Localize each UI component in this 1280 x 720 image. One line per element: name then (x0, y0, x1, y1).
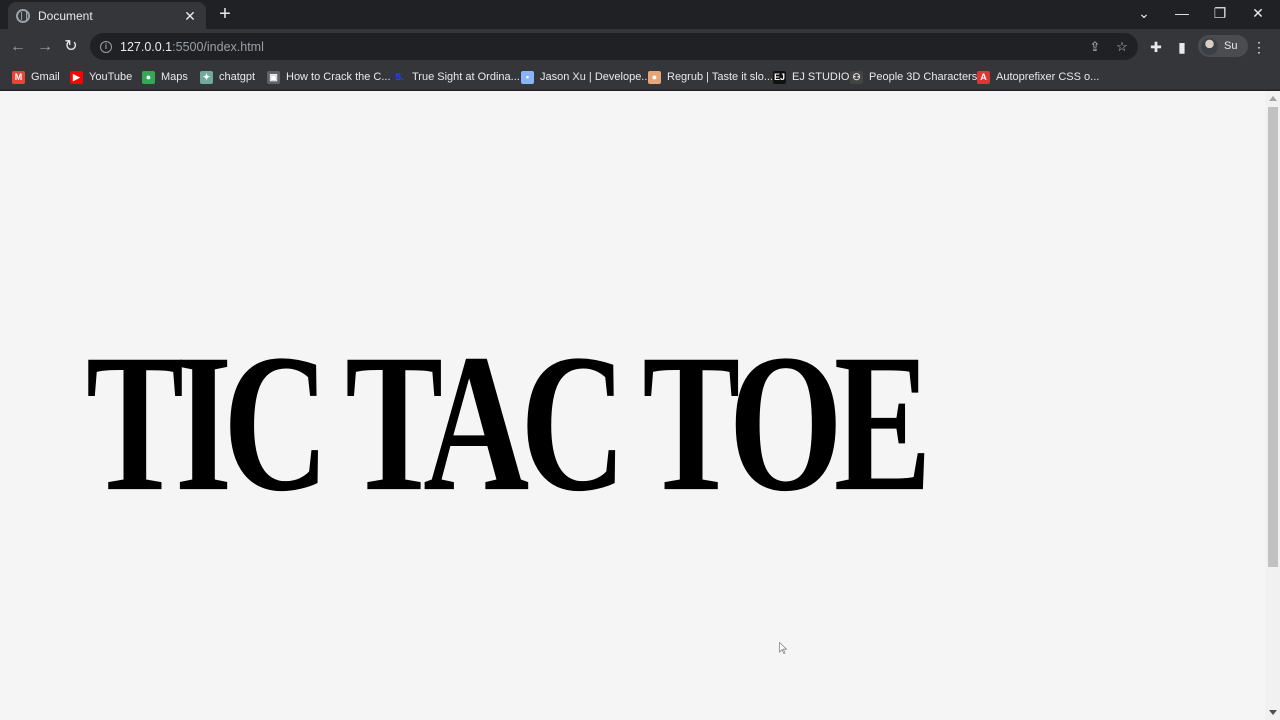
tab-document[interactable]: Document ✕ (8, 2, 206, 29)
page-heading: TIC TAC TOE (86, 314, 932, 534)
url-host: 127.0.0.1 (120, 39, 173, 54)
s-icon: S. (395, 71, 404, 82)
close-window-button[interactable]: ✕ (1239, 0, 1277, 29)
bookmark-label: chatgpt (219, 71, 256, 83)
bookmark-star-icon[interactable]: ☆ (1113, 38, 1131, 56)
bookmark-label: How to Crack the C... (286, 71, 391, 83)
reload-button[interactable]: ↻ (60, 36, 82, 58)
scroll-down-icon[interactable] (1269, 710, 1277, 715)
new-tab-button[interactable]: + (214, 4, 236, 26)
share-icon[interactable]: ⇪ (1086, 38, 1104, 56)
bookmark-label: Maps (161, 71, 188, 83)
site-info-icon[interactable]: i (100, 40, 112, 53)
url-path: :5500/index.html (172, 39, 264, 54)
page-viewport: TIC TAC TOE (0, 91, 1280, 720)
vertical-scrollbar[interactable] (1265, 91, 1280, 720)
bookmark-people-3d[interactable]: ⚇ People 3D Characters (850, 68, 977, 86)
bookmark-label: True Sight at Ordina... (412, 71, 520, 83)
back-button[interactable]: ← (7, 36, 29, 58)
restore-button[interactable]: ❐ (1201, 0, 1239, 29)
profile-name: Su (1224, 40, 1238, 52)
extensions-icon[interactable]: ✚ (1145, 36, 1167, 58)
browser-toolbar: ← → ↻ i 127.0.0.1 :5500/index.html ⇪ ☆ ✚… (0, 29, 1280, 64)
forward-button[interactable]: → (34, 36, 56, 58)
bookmark-label: People 3D Characters (869, 71, 978, 83)
bookmark-ej-studio[interactable]: EJ EJ STUDIO (773, 68, 849, 86)
menu-icon[interactable]: ⋮ (1248, 36, 1270, 58)
side-panel-icon[interactable]: ▮ (1171, 36, 1193, 58)
scrollbar-thumb[interactable] (1268, 107, 1278, 567)
tab-strip: Document ✕ + ⌄ — ❐ ✕ (0, 0, 1280, 29)
bookmark-how-to-crack[interactable]: ▣ How to Crack the C... (267, 68, 391, 86)
address-bar[interactable]: i 127.0.0.1 :5500/index.html ⇪ ☆ (90, 33, 1138, 60)
minimize-button[interactable]: — (1163, 0, 1201, 29)
bookmark-label: Gmail (31, 71, 60, 83)
globe-icon (16, 8, 30, 23)
ej-icon: EJ (773, 70, 786, 84)
tab-search-icon[interactable]: ⌄ (1125, 0, 1163, 29)
scroll-up-icon[interactable] (1269, 96, 1277, 101)
profile-button[interactable]: Su (1198, 35, 1248, 57)
bookmark-regrub[interactable]: ● Regrub | Taste it slo... (648, 68, 773, 86)
youtube-icon: ▶ (70, 70, 83, 84)
heading-container: TIC TAC TOE (86, 287, 1134, 533)
bookmark-label: YouTube (89, 71, 133, 83)
bookmark-label: Jason Xu | Develope... (540, 71, 651, 83)
bookmark-maps[interactable]: ● Maps (142, 68, 188, 86)
page-icon: ▣ (267, 70, 280, 84)
gmail-icon: M (12, 70, 25, 84)
bookmark-autoprefixer[interactable]: A Autoprefixer CSS o... (977, 68, 1099, 86)
regrub-icon: ● (648, 70, 661, 84)
bookmark-label: Regrub | Taste it slo... (667, 71, 773, 83)
bookmark-youtube[interactable]: ▶ YouTube (70, 68, 132, 86)
tab-title: Document (38, 8, 93, 23)
tab-close-icon[interactable]: ✕ (182, 8, 198, 24)
chatgpt-icon: ✦ (200, 70, 213, 84)
bookmark-gmail[interactable]: M Gmail (12, 68, 60, 86)
image-icon: ▪ (521, 70, 534, 84)
maps-icon: ● (142, 70, 155, 84)
bookmark-label: EJ STUDIO (792, 71, 850, 83)
people-icon: ⚇ (850, 70, 863, 84)
bookmark-label: Autoprefixer CSS o... (996, 71, 1100, 83)
bookmark-true-sight[interactable]: S. True Sight at Ordina... (393, 68, 520, 86)
bookmarks-bar: M Gmail ▶ YouTube ● Maps ✦ chatgpt ▣ How… (0, 64, 1280, 90)
mouse-cursor-icon (779, 642, 787, 654)
bookmark-chatgpt[interactable]: ✦ chatgpt (200, 68, 255, 86)
autoprefixer-icon: A (977, 70, 990, 84)
bookmark-jason-xu[interactable]: ▪ Jason Xu | Develope... (521, 68, 650, 86)
avatar (1201, 37, 1218, 55)
